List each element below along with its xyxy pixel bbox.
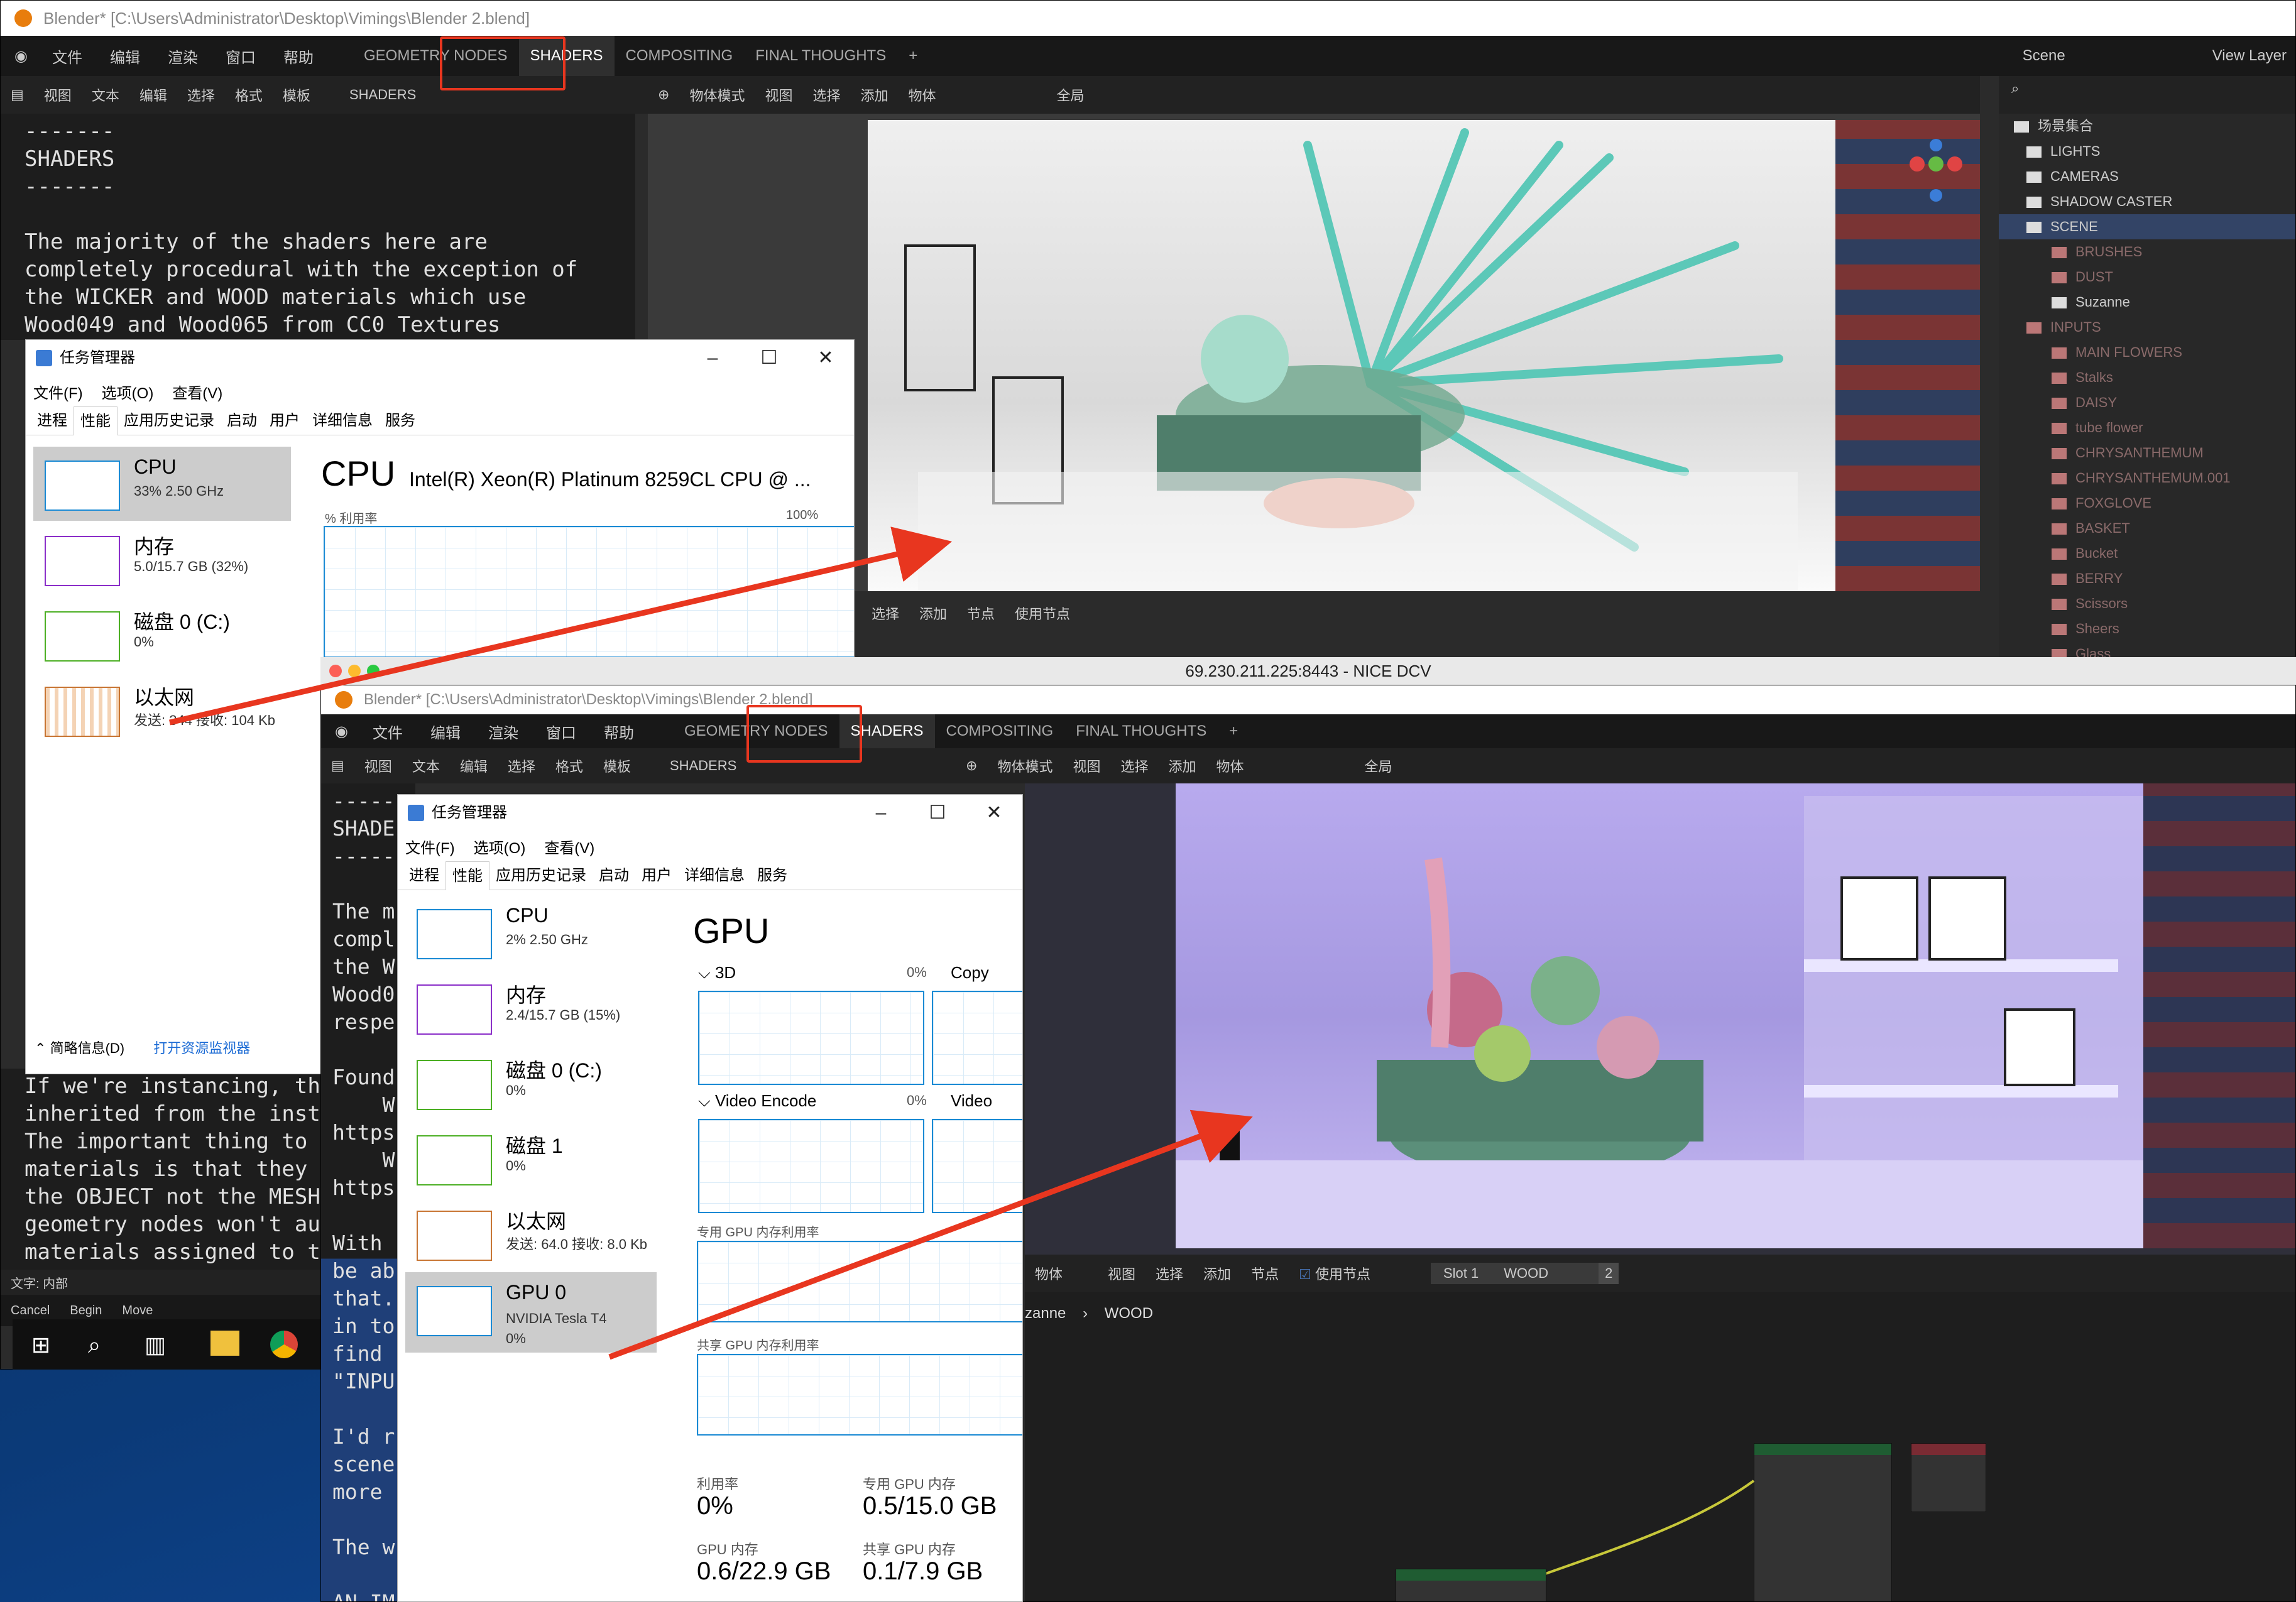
arrow-gpu-to-render [608, 1109, 1253, 1360]
annotation-arrows [168, 526, 1253, 1360]
arrow-cpu-to-render [168, 526, 953, 726]
